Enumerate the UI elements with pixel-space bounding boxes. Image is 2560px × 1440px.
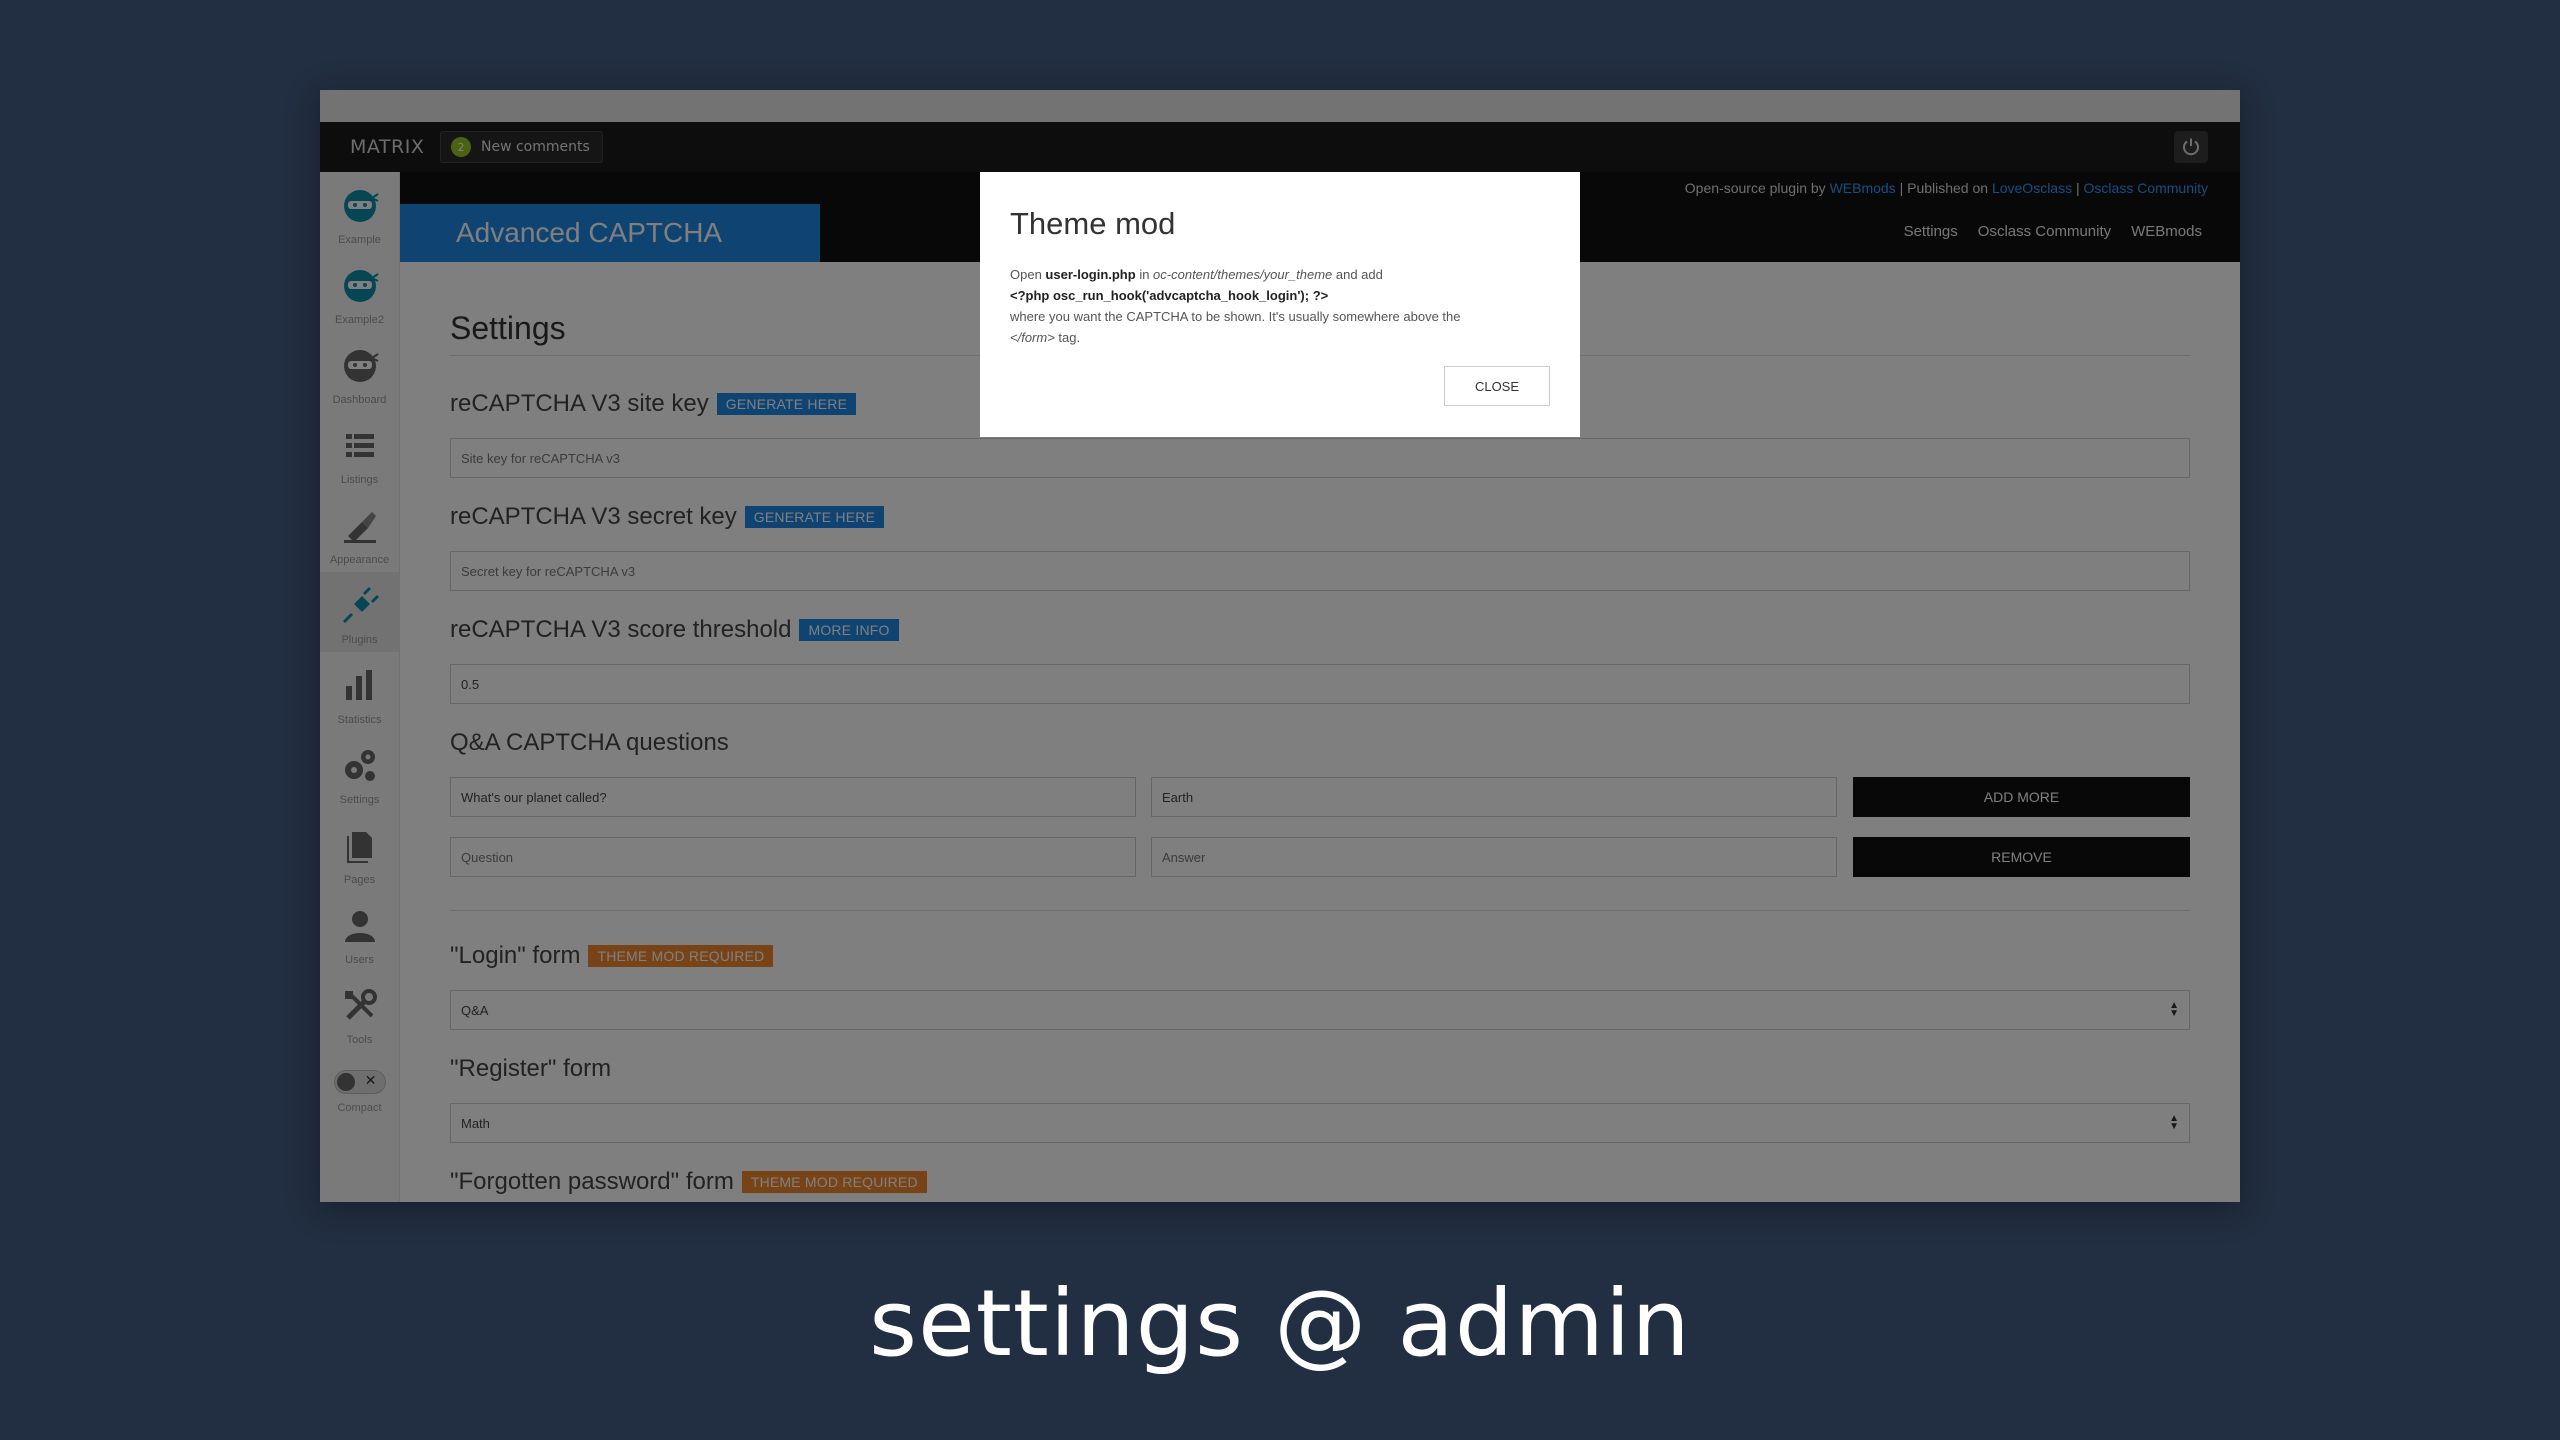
theme-path: oc-content/themes/your_theme (1153, 267, 1333, 282)
body-text: and add (1332, 267, 1383, 282)
dialog-title: Theme mod (1010, 206, 1176, 241)
hook-code: <?php osc_run_hook('advcaptcha_hook_logi… (1010, 288, 1329, 303)
body-text: where you want the CAPTCHA to be shown. … (1010, 309, 1461, 324)
body-text: tag. (1054, 330, 1081, 345)
form-tag: </form> (1010, 330, 1055, 345)
body-text: in (1135, 267, 1154, 282)
dialog-body: Open user-login.php in oc-content/themes… (1010, 264, 1550, 348)
file-name: user-login.php (1045, 267, 1136, 282)
body-text: Open (1010, 267, 1046, 282)
caption: settings @ admin (869, 1270, 1691, 1377)
theme-mod-dialog: Theme mod Open user-login.php in oc-cont… (980, 172, 1580, 437)
close-button[interactable]: CLOSE (1444, 366, 1550, 406)
admin-window: MATRIX 2 New comments Example Example2 D… (320, 90, 2240, 1202)
